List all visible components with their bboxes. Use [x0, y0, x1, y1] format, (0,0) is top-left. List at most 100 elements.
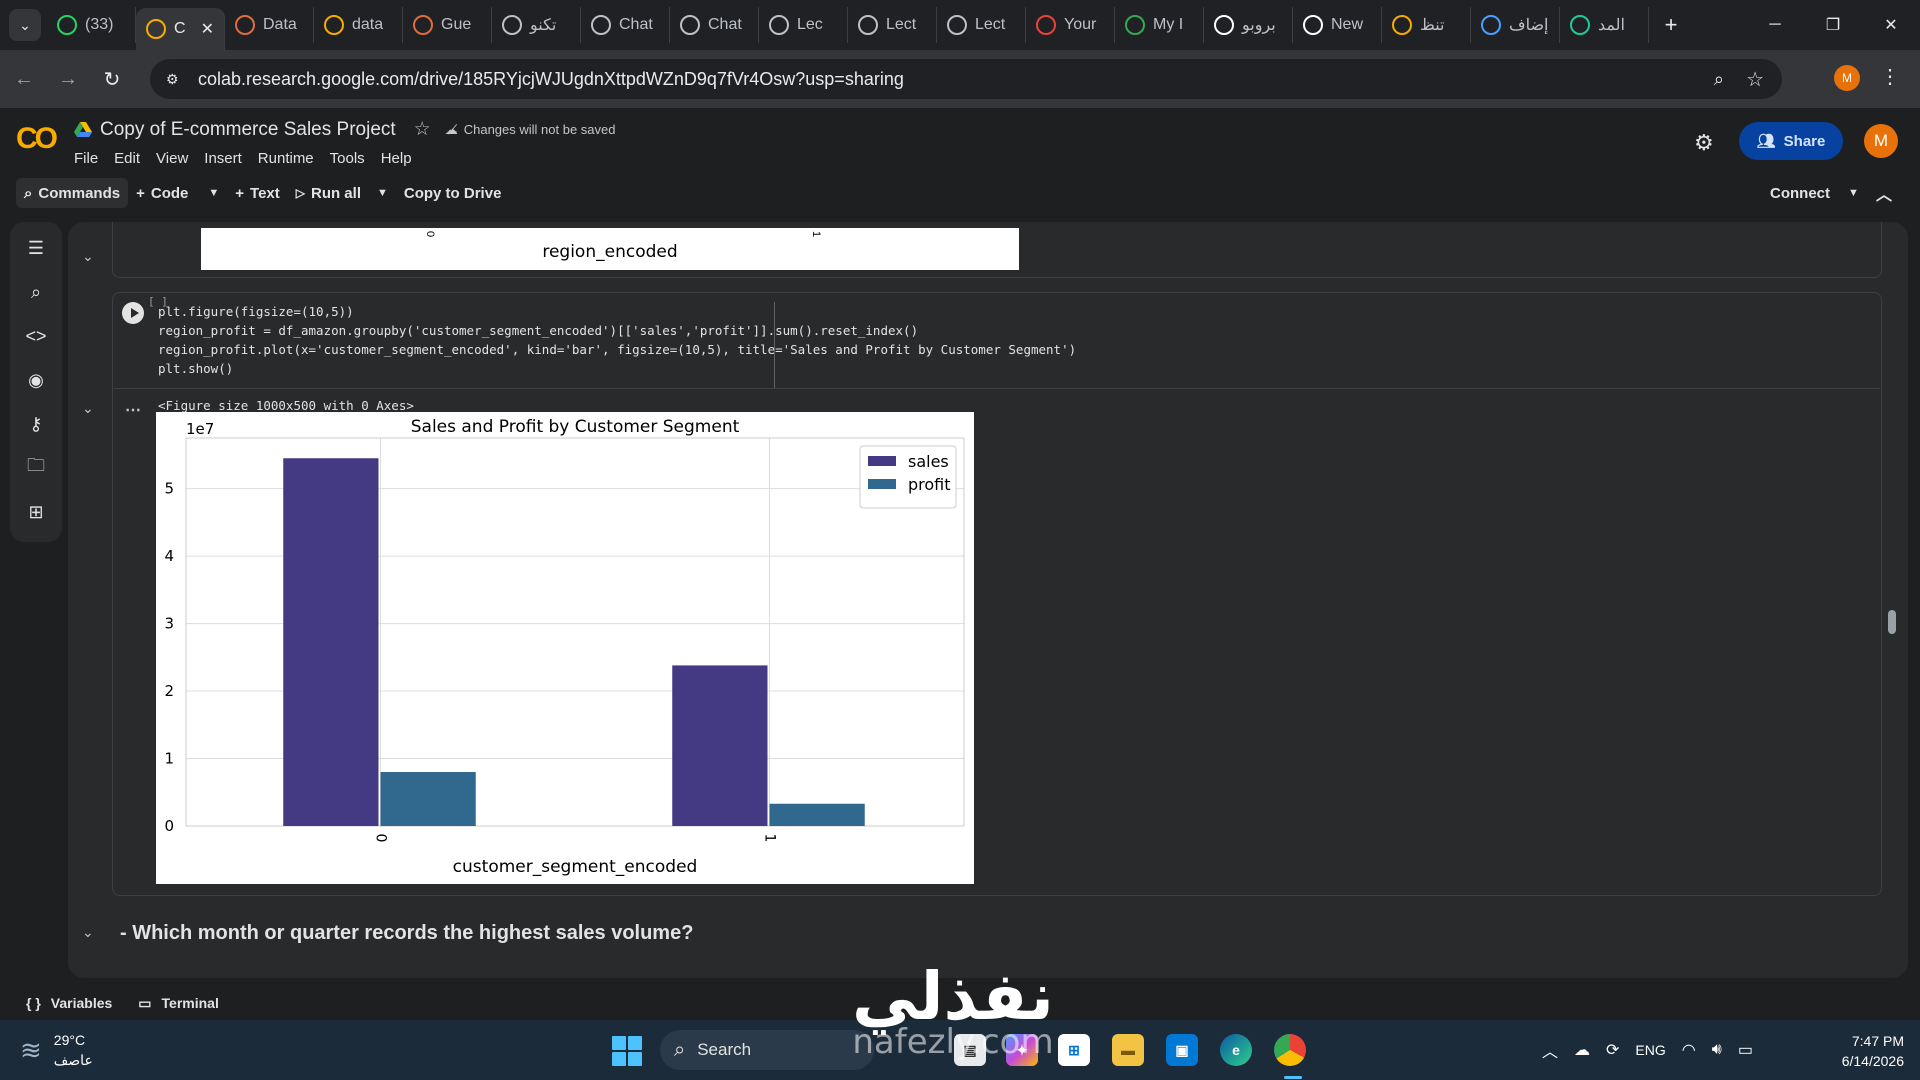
code-snippets-icon[interactable]: <> — [24, 324, 48, 348]
connect-button[interactable]: Connect ▼ — [1770, 185, 1859, 202]
copilot-icon[interactable]: ✦ — [1006, 1034, 1038, 1066]
notepad-icon[interactable]: ▤ — [954, 1034, 986, 1066]
tab-search-button[interactable]: ⌄ — [9, 9, 41, 41]
run-cell-button[interactable] — [122, 302, 144, 324]
zoom-icon[interactable]: ⌕ — [1714, 69, 1724, 90]
browser-tab[interactable]: Data — [225, 7, 314, 43]
x-axis-label: customer_segment_encoded — [453, 857, 698, 877]
menu-item-runtime[interactable]: Runtime — [258, 150, 314, 167]
add-text-button[interactable]: + Text — [227, 178, 288, 208]
volume-icon[interactable]: 🔊︎ — [1712, 1041, 1722, 1059]
table-of-contents-icon[interactable]: ☰ — [24, 236, 48, 260]
browser-tab[interactable]: New — [1293, 7, 1382, 43]
colab-logo[interactable]: CO — [16, 122, 58, 156]
commands-button[interactable]: ⌕ Commands — [16, 178, 129, 208]
menu-item-edit[interactable]: Edit — [114, 150, 140, 167]
terminal-icon: ▭ — [138, 994, 152, 1011]
url-input[interactable]: ⚙ colab.research.google.com/drive/185RYj… — [150, 59, 1782, 99]
back-arrow-icon[interactable]: ← — [4, 59, 44, 99]
window-close-icon[interactable]: ✕ — [1862, 0, 1920, 50]
file-explorer-icon[interactable]: ▬ — [1112, 1034, 1144, 1066]
chevron-down-icon[interactable]: ⌄ — [82, 924, 94, 941]
store-icon[interactable]: ⊞ — [1058, 1034, 1090, 1066]
language-indicator[interactable]: ENG — [1635, 1042, 1665, 1058]
output-actions-icon[interactable]: ⋯ — [125, 400, 141, 420]
tab-label: data — [352, 16, 384, 33]
forward-arrow-icon[interactable]: → — [48, 59, 88, 99]
folder-icon[interactable]: 🗀 — [24, 455, 48, 480]
bookmark-star-icon[interactable]: ☆ — [1746, 67, 1764, 92]
variables-button[interactable]: { } Variables — [26, 995, 112, 1011]
browser-tab[interactable]: بروبو — [1204, 7, 1293, 43]
y-tick-label: 2 — [164, 682, 174, 700]
find-replace-icon[interactable]: ⌕ — [24, 280, 48, 304]
add-code-button[interactable]: + Code ▼ — [128, 178, 227, 208]
key-icon[interactable]: ⚷ — [24, 412, 48, 436]
windows-start-icon[interactable] — [612, 1036, 642, 1066]
weather-widget[interactable]: ≋ 29°C عاصف — [20, 1030, 93, 1070]
browser-tab[interactable]: Lect — [848, 7, 937, 43]
data-table-icon[interactable]: ⊞ — [24, 500, 48, 524]
scrollbar-thumb[interactable] — [1888, 610, 1896, 634]
chrome-icon[interactable] — [1274, 1034, 1306, 1066]
minimize-icon[interactable]: ─ — [1746, 0, 1804, 50]
site-settings-icon[interactable]: ⚙ — [166, 71, 186, 88]
sync-icon[interactable]: ⟳ — [1606, 1040, 1619, 1060]
system-clock[interactable]: 7:47 PM 6/14/2026 — [1818, 1031, 1904, 1071]
chevron-down-icon[interactable]: ⌄ — [82, 400, 94, 417]
chevron-down-icon[interactable]: ▼ — [377, 187, 388, 199]
star-notebook-icon[interactable]: ☆ — [414, 118, 431, 141]
chevron-down-icon[interactable]: ▼ — [1848, 187, 1859, 199]
browser-menu-icon[interactable]: ⋮ — [1880, 64, 1900, 89]
browser-tab[interactable]: C ✕ — [136, 8, 225, 50]
tab-label: Gue — [441, 16, 472, 33]
user-avatar[interactable]: M — [1864, 124, 1898, 158]
browser-tab[interactable]: تنظ — [1382, 7, 1471, 43]
browser-tab[interactable]: Chat — [670, 7, 759, 43]
chevron-up-icon[interactable]: ︿ — [1542, 1038, 1558, 1062]
chevron-down-icon[interactable]: ▼ — [208, 187, 219, 199]
drive-icon — [1125, 15, 1145, 35]
chevron-up-icon[interactable]: ︿ — [1876, 181, 1892, 205]
browser-tab[interactable]: data — [314, 7, 403, 43]
globe-icon — [769, 15, 789, 35]
secrets-eye-icon[interactable]: ◉ — [24, 368, 48, 392]
menu-item-tools[interactable]: Tools — [330, 150, 365, 167]
browser-tab[interactable]: Your — [1026, 7, 1115, 43]
app-window-icon[interactable]: ▣ — [1166, 1034, 1198, 1066]
new-tab-button[interactable]: + — [1657, 11, 1685, 39]
menu-item-view[interactable]: View — [156, 150, 188, 167]
onedrive-cloud-icon[interactable]: ☁ — [1574, 1040, 1590, 1060]
browser-tab[interactable]: My I — [1115, 7, 1204, 43]
copy-to-drive-button[interactable]: Copy to Drive — [396, 178, 510, 208]
wifi-icon[interactable]: ◠ — [1682, 1040, 1696, 1060]
browser-tab[interactable]: Gue — [403, 7, 492, 43]
browser-tab[interactable]: (33) — [47, 7, 136, 43]
browser-tab[interactable]: المد — [1560, 7, 1649, 43]
add-text-label: Text — [250, 184, 280, 202]
terminal-button[interactable]: ▭ Terminal — [138, 995, 219, 1012]
plus-icon: + — [136, 184, 145, 202]
chevron-down-icon[interactable]: ⌄ — [82, 248, 94, 265]
browser-tab[interactable]: إضاف — [1471, 7, 1560, 43]
globe-icon — [680, 15, 700, 35]
browser-tab[interactable]: Chat — [581, 7, 670, 43]
browser-tab[interactable]: Lec — [759, 7, 848, 43]
menu-item-file[interactable]: File — [74, 150, 98, 167]
browser-tab[interactable]: Lect — [937, 7, 1026, 43]
restore-icon[interactable]: ❐ — [1804, 0, 1862, 50]
settings-gear-icon[interactable]: ⚙ — [1694, 130, 1714, 156]
code-editor[interactable]: plt.figure(figsize=(10,5)) region_profit … — [158, 302, 1076, 378]
edge-browser-icon[interactable]: e — [1220, 1034, 1252, 1066]
browser-profile-avatar[interactable]: M — [1834, 65, 1860, 91]
run-all-button[interactable]: ▷ Run all ▼ — [288, 178, 396, 208]
battery-icon[interactable]: ▭ — [1738, 1040, 1753, 1060]
browser-tab[interactable]: تكنو — [492, 7, 581, 43]
taskbar-search[interactable]: ⌕ Search — [660, 1030, 874, 1070]
notebook-title[interactable]: Copy of E-commerce Sales Project — [100, 119, 396, 141]
reload-icon[interactable]: ↻ — [92, 59, 132, 99]
menu-item-help[interactable]: Help — [381, 150, 412, 167]
share-button[interactable]: 👥︎ Share — [1739, 122, 1843, 160]
menu-item-insert[interactable]: Insert — [204, 150, 242, 167]
close-tab-icon[interactable]: ✕ — [201, 19, 214, 39]
